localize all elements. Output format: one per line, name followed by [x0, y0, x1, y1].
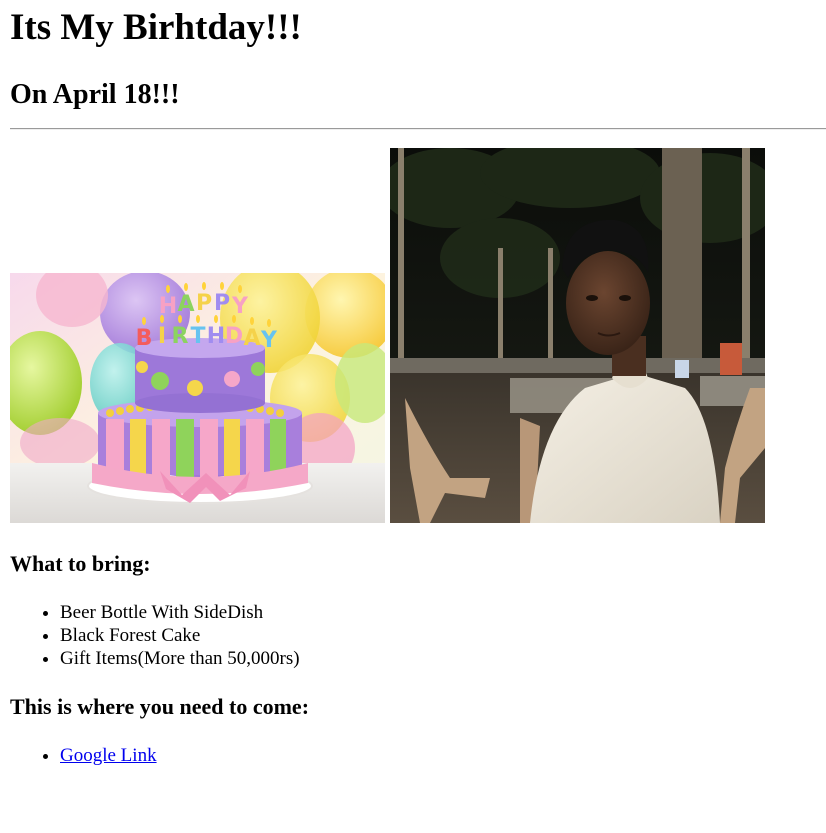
svg-text:A: A [243, 326, 260, 351]
svg-text:B: B [136, 326, 153, 351]
list-item: Beer Bottle With SideDish [60, 601, 300, 624]
bring-list: Beer Bottle With SideDish Black Forest C… [0, 601, 300, 670]
page-subtitle: On April 18!!! [10, 79, 180, 110]
svg-text:R: R [172, 324, 189, 349]
svg-text:P: P [214, 291, 230, 316]
svg-text:D: D [225, 324, 243, 349]
birthday-cake-image: H A P P Y B I R T H D A Y [10, 273, 385, 523]
list-item: Gift Items(More than 50,000rs) [60, 647, 300, 670]
google-link[interactable]: Google Link [60, 745, 157, 766]
what-to-bring-heading: What to bring: [10, 551, 151, 576]
svg-text:T: T [190, 324, 205, 349]
svg-text:P: P [196, 291, 212, 316]
location-heading: This is where you need to come: [10, 694, 310, 719]
svg-text:H: H [207, 324, 225, 349]
svg-text:I: I [158, 324, 166, 349]
list-item: Black Forest Cake [60, 624, 300, 647]
person-photo-image [390, 148, 765, 523]
location-list: Google Link [0, 744, 157, 767]
list-item: Google Link [60, 744, 157, 767]
svg-text:A: A [177, 292, 194, 317]
svg-text:Y: Y [260, 328, 278, 353]
divider [10, 128, 826, 130]
page-title: Its My Birhtday!!! [10, 7, 302, 48]
